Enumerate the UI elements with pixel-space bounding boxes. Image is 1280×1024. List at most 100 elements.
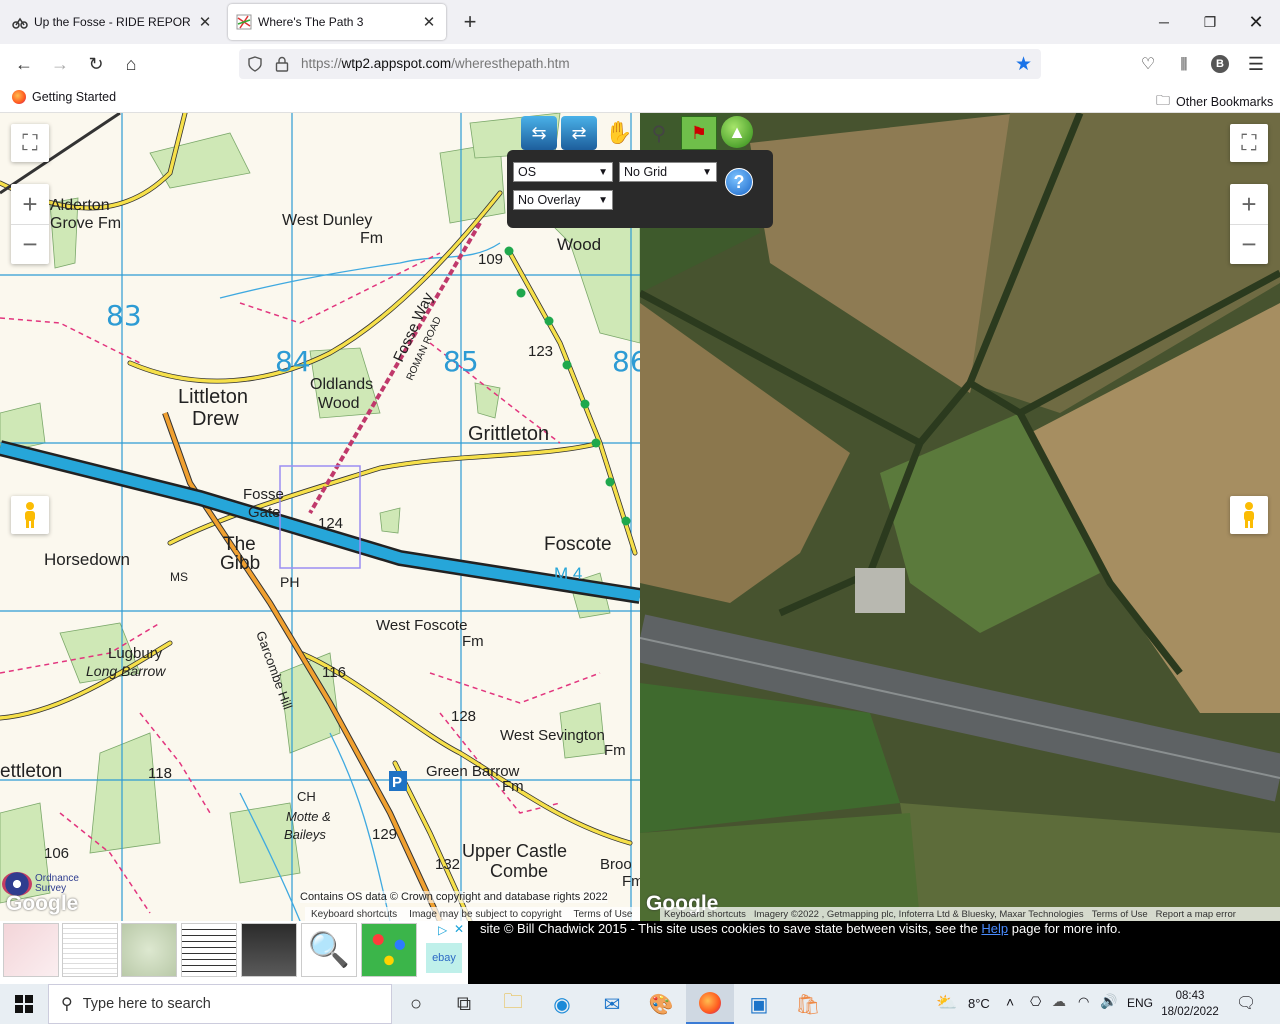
zoom-out-button[interactable]: − — [11, 225, 49, 265]
help-icon[interactable]: ? — [725, 168, 753, 196]
url-bar[interactable]: https://wtp2.appspot.com/wheresthepath.h… — [239, 49, 1041, 79]
weather-icon[interactable]: ⛅ — [936, 993, 957, 1013]
svg-text:Long Barrow: Long Barrow — [86, 663, 166, 679]
close-tab-icon[interactable]: ✕ — [420, 13, 438, 31]
account-icon[interactable]: B — [1204, 48, 1236, 80]
svg-text:109: 109 — [478, 251, 503, 268]
chevron-up-icon[interactable]: ˄ — [1006, 994, 1014, 1010]
svg-text:Drew: Drew — [192, 408, 239, 430]
keyboard-shortcuts-link[interactable]: Keyboard shortcuts — [311, 909, 397, 920]
sync-left-icon[interactable]: ⇆ — [521, 116, 557, 150]
pegman-street-view-icon[interactable] — [1230, 496, 1268, 534]
bookmark-getting-started[interactable]: Getting Started — [12, 90, 116, 104]
help-link[interactable]: Help — [981, 921, 1008, 936]
task-view-icon[interactable]: ⧉ — [440, 984, 488, 1024]
restore-icon[interactable]: ❐ — [1187, 0, 1233, 44]
zoom-out-button[interactable]: − — [1230, 225, 1268, 265]
cortana-icon[interactable]: ○ — [392, 984, 440, 1024]
mail-icon[interactable]: ✉ — [588, 984, 636, 1024]
ad-thumbnail-document[interactable] — [62, 923, 118, 977]
reload-icon[interactable]: ↻ — [80, 48, 112, 80]
ad-thumbnail-car-radio[interactable] — [241, 923, 297, 977]
magnifier-icon[interactable]: 🔍 — [301, 923, 357, 977]
zoom-in-button[interactable]: + — [1230, 184, 1268, 225]
bookmarks-bar: Getting Started 🗀 Other Bookmarks — [0, 84, 1280, 113]
layer-select[interactable]: OS ▼ — [513, 162, 613, 182]
menu-icon[interactable]: ☰ — [1240, 48, 1272, 80]
temperature[interactable]: 8°C — [968, 996, 990, 1011]
outlook-icon[interactable]: ▣ — [735, 984, 783, 1024]
onedrive-icon[interactable]: ☁ — [1052, 993, 1066, 1010]
taskbar-search-box[interactable]: ⚲ Type here to search — [48, 984, 392, 1024]
terms-link[interactable]: Terms of Use — [1092, 909, 1148, 920]
binoculars-icon[interactable]: ⚲ — [641, 116, 677, 150]
terms-link[interactable]: Terms of Use — [573, 909, 632, 920]
copyright-note: Image may be subject to copyright — [409, 908, 562, 920]
firefox-taskbar-icon[interactable] — [686, 984, 734, 1024]
ad-thumbnail-map[interactable] — [3, 923, 59, 977]
svg-text:Foscote: Foscote — [544, 534, 612, 555]
close-window-icon[interactable]: ✕ — [1233, 0, 1279, 44]
tab-up-the-fosse[interactable]: Up the Fosse - RIDE REPORTS - | ✕ — [4, 4, 222, 40]
svg-text:Alderton: Alderton — [50, 197, 110, 214]
device-icon[interactable]: ⎔ — [1030, 994, 1041, 1010]
report-map-error-link[interactable]: Report a map error — [1156, 909, 1236, 920]
ad-thumbnail-chart[interactable] — [121, 923, 177, 977]
shield-icon[interactable] — [247, 56, 263, 72]
svg-text:Grittleton: Grittleton — [468, 423, 549, 445]
minimize-icon[interactable]: ─ — [1141, 0, 1187, 44]
ad-thumbnail-strip: 🔍 ebay ▷ ✕ — [0, 921, 468, 984]
new-tab-button[interactable]: + — [456, 8, 484, 36]
clock[interactable]: 08:43 18/02/2022 — [1158, 988, 1222, 1020]
fullscreen-icon[interactable]: ⛶ — [1230, 124, 1268, 162]
svg-text:106: 106 — [44, 845, 69, 862]
svg-text:Littleton: Littleton — [178, 386, 248, 408]
clock-time: 08:43 — [1175, 990, 1205, 1002]
wifi-icon[interactable]: ◠ — [1078, 994, 1089, 1010]
close-tab-icon[interactable]: ✕ — [196, 13, 214, 31]
fullscreen-icon[interactable]: ⛶ — [11, 124, 49, 162]
paint-icon[interactable]: 🎨 — [637, 984, 685, 1024]
notification-icon[interactable]: 🗨 — [1236, 993, 1256, 1013]
ad-close-icon[interactable]: ✕ — [454, 922, 464, 936]
satellite-map-pane[interactable]: ⛶ + − Google Keyboard shortcuts Imagery … — [640, 113, 1280, 921]
grid-select-value: No Grid — [624, 165, 668, 179]
language-indicator[interactable]: ENG — [1127, 996, 1153, 1010]
bookmark-other-folder[interactable]: 🗀 Other Bookmarks — [1156, 90, 1273, 114]
tab-wheres-the-path[interactable]: Where's The Path 3 ✕ — [228, 4, 446, 40]
hand-icon[interactable]: ✋ — [601, 116, 637, 150]
back-arrow-icon[interactable]: ← — [8, 48, 40, 80]
sync-right-icon[interactable]: ⇄ — [561, 116, 597, 150]
ad-thumbnail-table[interactable] — [181, 923, 237, 977]
forward-arrow-icon[interactable]: → — [44, 48, 76, 80]
library-icon[interactable]: ⫼ — [1168, 48, 1200, 80]
grid-select[interactable]: No Grid ▼ — [619, 162, 717, 182]
volume-icon[interactable]: 🔊 — [1100, 993, 1117, 1010]
pocket-icon[interactable]: ♡ — [1132, 48, 1164, 80]
svg-text:Fm: Fm — [360, 230, 383, 247]
svg-text:P: P — [392, 774, 402, 791]
zoom-in-button[interactable]: + — [11, 184, 49, 225]
store-icon[interactable]: 🛍 — [784, 984, 832, 1024]
map-marker-icon[interactable]: ⚑ — [681, 116, 717, 150]
lock-icon[interactable] — [275, 56, 289, 72]
overlay-select[interactable]: No Overlay ▼ — [513, 190, 613, 210]
imagery-credit: Imagery ©2022 , Getmapping plc, Infoterr… — [753, 908, 1084, 920]
ebay-ad-badge[interactable]: ebay — [426, 943, 462, 973]
svg-text:Fm: Fm — [604, 742, 626, 759]
windows-start-icon[interactable] — [0, 984, 48, 1024]
ad-thumbnail-balls[interactable] — [361, 923, 417, 977]
bookmark-star-icon[interactable]: ★ — [1015, 53, 1032, 76]
up-arrow-icon[interactable]: ▲ — [721, 116, 753, 148]
svg-text:123: 123 — [528, 343, 553, 360]
pegman-street-view-icon[interactable] — [11, 496, 49, 534]
svg-text:Gate: Gate — [248, 504, 281, 521]
ad-choices-icon[interactable]: ▷ — [438, 923, 447, 937]
os-map-pane[interactable]: Alderton Grove Fm West Dunley Fm Littlet… — [0, 113, 640, 921]
edge-icon[interactable]: ◉ — [538, 984, 586, 1024]
home-icon[interactable]: ⌂ — [115, 48, 147, 80]
map-toolbar: ⇆ ⇄ ✋ ⚲ ⚑ ▲ — [521, 116, 753, 150]
file-explorer-icon[interactable]: 🗀 — [489, 984, 537, 1024]
svg-text:Motte &: Motte & — [286, 809, 331, 824]
keyboard-shortcuts-link[interactable]: Keyboard shortcuts — [664, 909, 746, 920]
